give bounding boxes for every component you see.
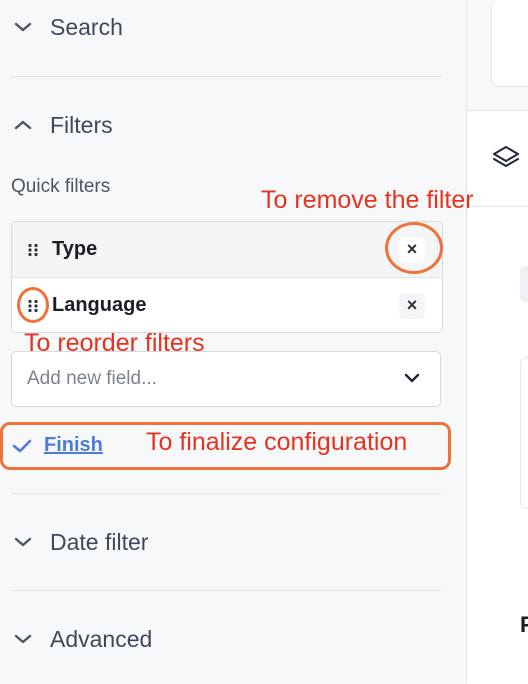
content-heading-fragment: F <box>520 612 528 637</box>
drag-handle-icon[interactable] <box>26 243 40 257</box>
section-date-filter-title: Date filter <box>50 528 149 555</box>
add-field-select[interactable] <box>11 351 441 407</box>
section-advanced-title: Advanced <box>50 625 153 652</box>
quick-filter-item[interactable]: Type × <box>12 222 442 278</box>
remove-filter-button[interactable]: × <box>399 292 425 319</box>
section-filters-header[interactable]: Filters <box>11 105 431 145</box>
quick-filter-label: Language <box>52 294 147 316</box>
annotation-remove-circle <box>385 222 443 274</box>
section-search-title: Search <box>50 13 123 40</box>
quick-filters-label: Quick filters <box>11 176 111 197</box>
layers-icon[interactable] <box>492 144 520 177</box>
chevron-down-icon <box>11 627 35 651</box>
divider <box>11 76 441 77</box>
chevron-down-icon[interactable] <box>404 370 420 388</box>
quick-filter-list: Type × Language × <box>11 221 443 333</box>
quick-filter-item[interactable]: Language × <box>12 278 442 332</box>
chevron-up-icon <box>11 113 35 137</box>
section-advanced-header[interactable]: Advanced <box>11 619 431 659</box>
annotation-reorder: To reorder filters <box>24 329 205 357</box>
quick-filter-label: Type <box>52 238 98 260</box>
divider <box>11 493 441 494</box>
content-box <box>520 357 528 509</box>
annotation-reorder-circle <box>17 287 49 323</box>
divider <box>467 206 528 207</box>
chevron-down-icon <box>11 530 35 554</box>
section-date-filter-header[interactable]: Date filter <box>11 522 431 562</box>
content-pill <box>520 266 528 302</box>
annotation-remove: To remove the filter <box>261 186 474 214</box>
add-field-input[interactable] <box>25 367 389 391</box>
divider <box>11 590 441 591</box>
content-panel <box>467 110 528 684</box>
content-card <box>491 0 528 87</box>
chevron-down-icon <box>11 15 35 39</box>
section-filters-title: Filters <box>50 111 113 138</box>
section-search-header[interactable]: Search <box>11 7 431 47</box>
annotation-finalize: To finalize configuration <box>146 428 408 456</box>
